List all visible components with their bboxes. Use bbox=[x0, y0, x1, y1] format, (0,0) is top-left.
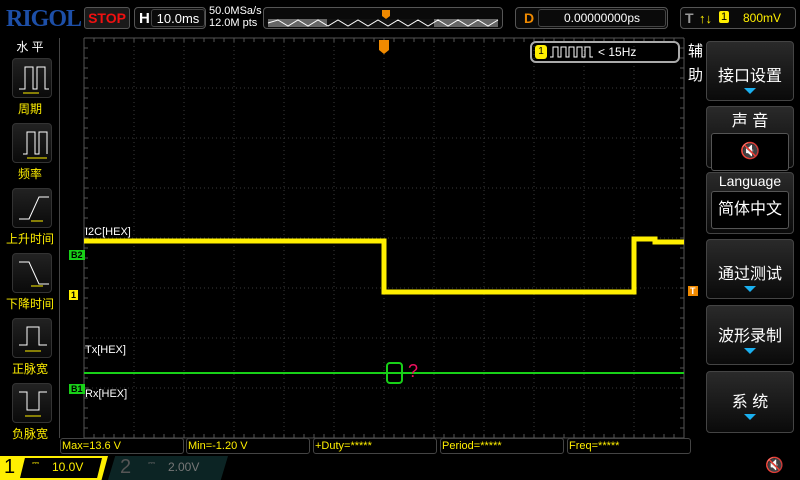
ch1-tab[interactable]: 1 ⎓ 10.0V bbox=[0, 456, 108, 480]
rx-label: Rx[HEX] bbox=[85, 388, 128, 400]
measurement-max[interactable]: Max=13.6 V bbox=[60, 438, 184, 454]
system-label: 系 统 bbox=[731, 394, 769, 411]
measurement-duty[interactable]: +Duty=***** bbox=[313, 438, 437, 454]
language-value: 简体中文 bbox=[711, 191, 789, 229]
waveform-record-label: 波形录制 bbox=[717, 328, 782, 345]
mute-icon: 🔇 bbox=[711, 133, 789, 171]
sound-muted-icon[interactable]: 🔇 bbox=[765, 456, 784, 474]
interface-settings-label: 接口设置 bbox=[717, 68, 782, 85]
counter-channel: 1 bbox=[535, 45, 547, 59]
ch1-marker[interactable]: 1 bbox=[69, 290, 79, 300]
b2-marker[interactable]: B2 bbox=[69, 250, 85, 260]
trigger-position-icon bbox=[379, 40, 389, 54]
dc-coupling-icon: ⎓ bbox=[148, 458, 156, 468]
language-button[interactable]: Language 简体中文 bbox=[706, 172, 794, 234]
sound-label: 声 音 bbox=[731, 113, 769, 130]
bus2-label: I2C[HEX] bbox=[85, 226, 131, 238]
tx-label: Tx[HEX] bbox=[85, 344, 126, 356]
system-button[interactable]: 系 统 bbox=[706, 371, 794, 433]
ch1-trace bbox=[84, 236, 684, 295]
dc-coupling-icon: ⎓ bbox=[32, 458, 40, 468]
dropdown-arrow-icon bbox=[744, 348, 756, 354]
ch2-tab[interactable]: 2 ⎓ 2.00V bbox=[108, 456, 228, 480]
decode-error: ? bbox=[408, 361, 419, 381]
measurement-freq[interactable]: Freq=***** bbox=[567, 438, 691, 454]
pass-fail-button[interactable]: 通过测试 bbox=[706, 239, 794, 299]
measurement-period[interactable]: Period=***** bbox=[440, 438, 564, 454]
trigger-level-marker[interactable]: T bbox=[688, 286, 698, 296]
ch1-scale: 10.0V bbox=[52, 460, 84, 474]
interface-settings-button[interactable]: 接口设置 bbox=[706, 41, 794, 101]
dropdown-arrow-icon bbox=[744, 88, 756, 94]
ch2-number: 2 bbox=[120, 456, 132, 478]
counter-value: < 15Hz bbox=[598, 45, 637, 59]
waveform-record-button[interactable]: 波形录制 bbox=[706, 305, 794, 365]
frequency-counter: 1 < 15Hz bbox=[530, 41, 680, 63]
square-wave-icon bbox=[550, 46, 593, 58]
sound-button[interactable]: 声 音 🔇 bbox=[706, 106, 794, 171]
language-label: Language bbox=[718, 173, 782, 189]
measurement-min[interactable]: Min=-1.20 V bbox=[186, 438, 310, 454]
dropdown-arrow-icon bbox=[744, 286, 756, 292]
waveform-display bbox=[83, 37, 685, 439]
right-menu-title: 辅助 bbox=[688, 43, 704, 84]
dropdown-arrow-icon bbox=[744, 414, 756, 420]
pass-fail-label: 通过测试 bbox=[717, 266, 782, 283]
ch2-scale: 2.00V bbox=[168, 460, 200, 474]
b1-marker[interactable]: B1 bbox=[69, 384, 85, 394]
ch1-number: 1 bbox=[4, 456, 16, 478]
graticule bbox=[83, 37, 685, 439]
